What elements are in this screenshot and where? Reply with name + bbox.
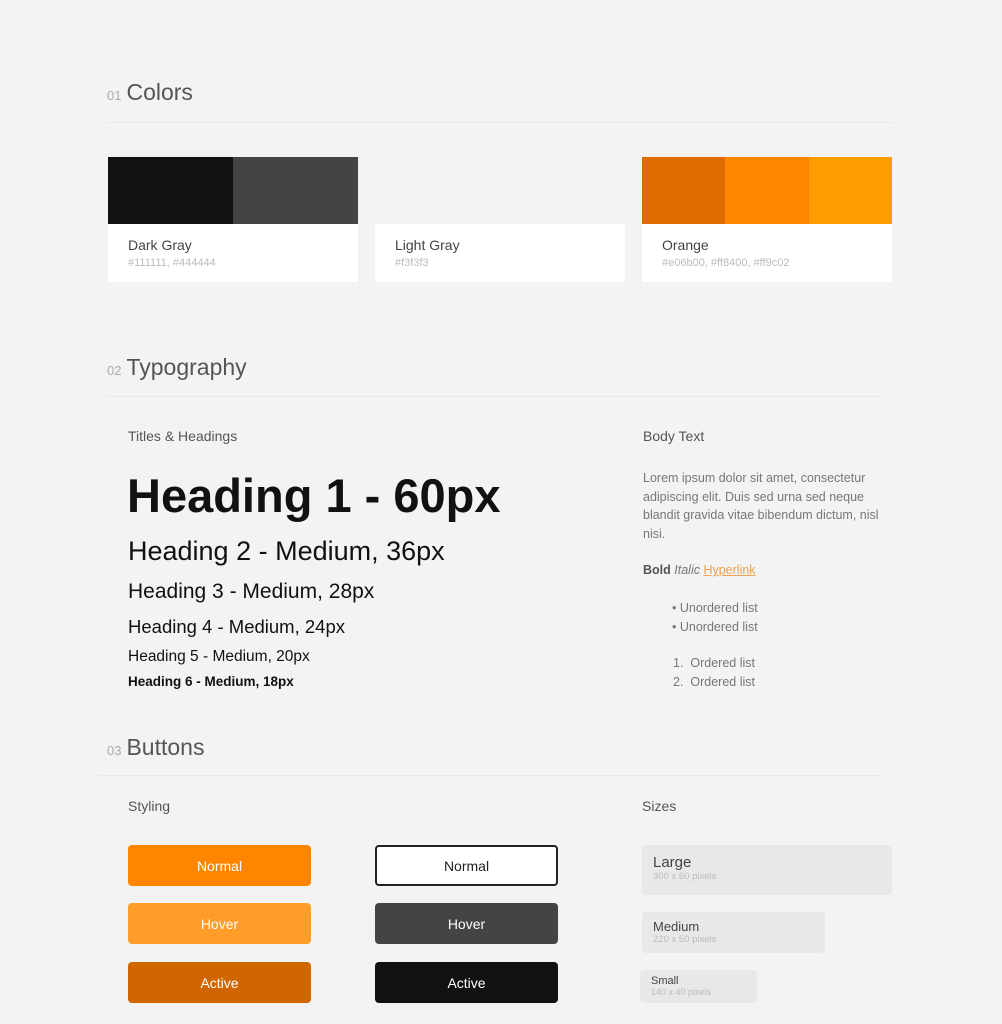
heading-6-sample: Heading 6 - Medium, 18px bbox=[128, 674, 294, 689]
divider bbox=[107, 122, 893, 123]
section-number: 03 bbox=[107, 743, 122, 758]
section-title-text: Buttons bbox=[126, 734, 205, 760]
list-item: • Unordered list bbox=[672, 601, 758, 615]
primary-button-hover[interactable]: Hover bbox=[128, 903, 311, 944]
unordered-list: • Unordered list • Unordered list bbox=[672, 599, 758, 636]
section-title-colors: 01 Colors bbox=[107, 79, 193, 106]
secondary-button-normal[interactable]: Normal bbox=[375, 845, 558, 886]
body-paragraph: Lorem ipsum dolor sit amet, consectetur … bbox=[643, 471, 879, 541]
color-name: Orange bbox=[662, 237, 709, 253]
size-button-large[interactable]: Large 300 x 60 pixels bbox=[642, 845, 892, 895]
styling-label: Styling bbox=[128, 798, 171, 814]
heading-1-sample: Heading 1 - 60px bbox=[127, 469, 501, 522]
size-name: Medium bbox=[653, 919, 700, 934]
secondary-button-active[interactable]: Active bbox=[375, 962, 558, 1003]
body-text-label: Body Text bbox=[643, 428, 705, 444]
size-button-small[interactable]: Small 140 x 40 pixels bbox=[640, 970, 757, 1003]
size-dims: 140 x 40 pixels bbox=[651, 987, 712, 997]
bold-text: Bold bbox=[643, 563, 671, 577]
color-hex: #111111, #444444 bbox=[128, 257, 216, 269]
color-card-orange: Orange #e06b00, #ff8400, #ff9c02 bbox=[642, 157, 892, 282]
color-hex: #e06b00, #ff8400, #ff9c02 bbox=[662, 257, 790, 269]
color-name: Dark Gray bbox=[128, 237, 192, 253]
swatch bbox=[108, 157, 233, 224]
swatch bbox=[808, 157, 892, 224]
heading-3-sample: Heading 3 - Medium, 28px bbox=[128, 580, 375, 603]
color-name: Light Gray bbox=[395, 237, 460, 253]
hyperlink[interactable]: Hyperlink bbox=[703, 563, 755, 577]
sizes-label: Sizes bbox=[642, 798, 677, 814]
secondary-button-hover[interactable]: Hover bbox=[375, 903, 558, 944]
divider bbox=[97, 775, 883, 776]
section-number: 01 bbox=[107, 88, 122, 103]
size-dims: 300 x 60 pixels bbox=[653, 871, 717, 882]
primary-button-normal[interactable]: Normal bbox=[128, 845, 311, 886]
size-name: Small bbox=[651, 975, 679, 987]
size-name: Large bbox=[653, 854, 692, 871]
swatch bbox=[233, 157, 358, 224]
heading-2-sample: Heading 2 - Medium, 36px bbox=[128, 536, 445, 566]
color-card-dark-gray: Dark Gray #111111, #444444 bbox=[108, 157, 358, 282]
section-title-typography: 02 Typography bbox=[107, 354, 247, 381]
list-item: • Unordered list bbox=[672, 619, 758, 634]
section-title-text: Colors bbox=[126, 79, 193, 105]
color-card-light-gray: Light Gray #f3f3f3 bbox=[375, 157, 625, 282]
color-hex: #f3f3f3 bbox=[395, 257, 429, 269]
heading-4-sample: Heading 4 - Medium, 24px bbox=[128, 616, 345, 637]
divider bbox=[107, 396, 883, 397]
size-dims: 220 x 50 pixels bbox=[653, 934, 717, 945]
swatch bbox=[642, 157, 726, 224]
section-title-text: Typography bbox=[126, 354, 247, 380]
list-item: 2. Ordered list bbox=[673, 674, 755, 689]
swatch bbox=[725, 157, 809, 224]
heading-5-sample: Heading 5 - Medium, 20px bbox=[128, 648, 310, 665]
inline-styles: Bold Italic Hyperlink bbox=[643, 563, 756, 577]
primary-button-active[interactable]: Active bbox=[128, 962, 311, 1003]
list-item: 1. Ordered list bbox=[673, 656, 755, 670]
swatch bbox=[375, 157, 625, 224]
section-title-buttons: 03 Buttons bbox=[107, 734, 204, 761]
ordered-list: 1. Ordered list 2. Ordered list bbox=[673, 654, 755, 691]
italic-text: Italic bbox=[674, 563, 700, 577]
section-number: 02 bbox=[107, 363, 122, 378]
size-button-medium[interactable]: Medium 220 x 50 pixels bbox=[642, 912, 825, 953]
titles-label: Titles & Headings bbox=[128, 428, 238, 444]
